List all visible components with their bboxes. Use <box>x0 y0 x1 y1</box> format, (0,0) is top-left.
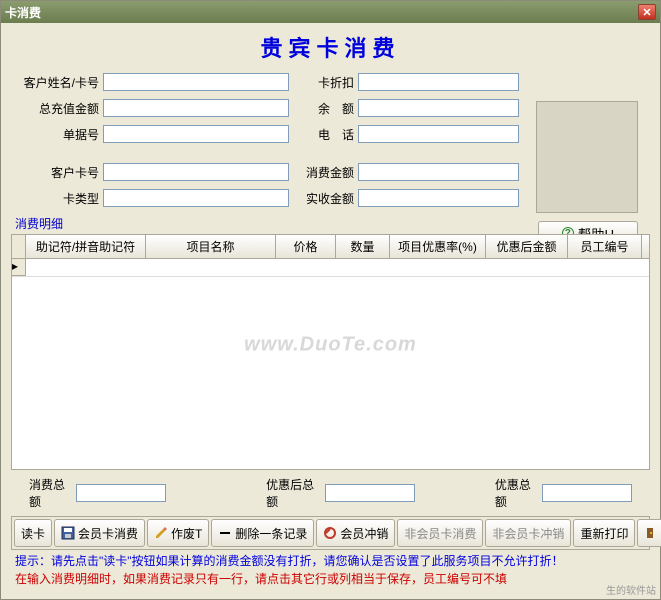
col-price[interactable]: 价格 <box>276 235 336 258</box>
site-watermark: 生的软件站 <box>606 582 656 597</box>
detail-grid[interactable]: 助记符/拼音助记符 项目名称 价格 数量 项目优惠率(%) 优惠后金额 员工编号… <box>11 234 650 470</box>
consume-total-label: 消费总额 <box>29 476 72 510</box>
form-right-column: 卡折扣 余 额 电 话 消费金额 实收金额 <box>289 73 519 207</box>
member-consume-button[interactable]: 会员卡消费 <box>54 519 145 547</box>
door-icon <box>644 526 658 540</box>
nonmember-consume-button[interactable]: 非会员卡消费 <box>397 519 483 547</box>
row-selector[interactable]: ▸ <box>12 259 26 276</box>
discount-total-label: 优惠后总额 <box>266 476 321 510</box>
table-row[interactable]: ▸ <box>12 259 649 277</box>
actual-amount-label: 实收金额 <box>289 190 354 207</box>
discount-amount-label: 优惠总额 <box>495 476 538 510</box>
row-selector-header <box>12 235 26 258</box>
phone-input[interactable] <box>358 125 519 143</box>
col-employee[interactable]: 员工编号 <box>568 235 642 258</box>
total-recharge-label: 总充值金额 <box>19 100 99 117</box>
tips: 提示：请先点击"读卡"按钮如果计算的消费金额没有打折，请您确认是否设置了此服务项… <box>9 550 652 590</box>
read-card-button[interactable]: 读卡 <box>14 519 52 547</box>
phone-label: 电 话 <box>289 126 354 143</box>
tip-line-2: 在输入消费明细时，如果消费记录只有一行，请点击其它行或列相当于保存，员工编号可不… <box>15 570 646 588</box>
name-card-label: 客户姓名/卡号 <box>19 74 99 91</box>
tip-line-1: 提示：请先点击"读卡"按钮如果计算的消费金额没有打折，请您确认是否设置了此服务项… <box>15 552 646 570</box>
totals-row: 消费总额 优惠后总额 优惠总额 <box>9 470 652 516</box>
content: 贵宾卡消费 客户姓名/卡号 总充值金额 单据号 客户卡号 <box>1 23 660 599</box>
total-recharge-input[interactable] <box>103 99 289 117</box>
col-item-name[interactable]: 项目名称 <box>146 235 276 258</box>
member-reverse-button[interactable]: 会员冲销 <box>316 519 395 547</box>
form-area: 客户姓名/卡号 总充值金额 单据号 客户卡号 卡类型 <box>9 73 652 207</box>
minus-icon <box>218 526 232 540</box>
col-mnemonic[interactable]: 助记符/拼音助记符 <box>26 235 146 258</box>
photo-box <box>536 101 638 213</box>
balance-input[interactable] <box>358 99 519 117</box>
actual-amount-input[interactable] <box>358 189 519 207</box>
discount-amount-input[interactable] <box>542 484 632 502</box>
discount-total-input[interactable] <box>325 484 415 502</box>
bill-no-input[interactable] <box>103 125 289 143</box>
col-after-discount[interactable]: 优惠后金额 <box>486 235 568 258</box>
void-button[interactable]: 作废T <box>147 519 209 547</box>
consume-total-input[interactable] <box>76 484 166 502</box>
save-icon <box>61 526 75 540</box>
card-type-label: 卡类型 <box>19 190 99 207</box>
pencil-icon <box>154 526 168 540</box>
close-icon[interactable]: ✕ <box>638 4 656 20</box>
card-type-input[interactable] <box>103 189 289 207</box>
balance-label: 余 额 <box>289 100 354 117</box>
consume-amount-label: 消费金额 <box>289 164 354 181</box>
close-button[interactable]: 关闭C <box>637 519 661 547</box>
window: 卡消费 ✕ 贵宾卡消费 客户姓名/卡号 总充值金额 单据号 <box>0 0 661 600</box>
discount-label: 卡折扣 <box>289 74 354 91</box>
bill-no-label: 单据号 <box>19 126 99 143</box>
grid-header: 助记符/拼音助记符 项目名称 价格 数量 项目优惠率(%) 优惠后金额 员工编号 <box>12 235 649 259</box>
toolbar: 读卡 会员卡消费 作废T 删除一条记录 <box>11 516 650 550</box>
nonmember-reverse-button[interactable]: 非会员卡冲销 <box>485 519 571 547</box>
delete-row-button[interactable]: 删除一条记录 <box>211 519 314 547</box>
col-quantity[interactable]: 数量 <box>336 235 390 258</box>
col-discount-rate[interactable]: 项目优惠率(%) <box>390 235 486 258</box>
reprint-button[interactable]: 重新打印 <box>573 519 635 547</box>
window-title: 卡消费 <box>5 4 41 21</box>
customer-card-label: 客户卡号 <box>19 164 99 181</box>
discount-input[interactable] <box>358 73 519 91</box>
watermark: www.DuoTe.com <box>244 334 417 357</box>
name-card-input[interactable] <box>103 73 289 91</box>
titlebar: 卡消费 ✕ <box>1 1 660 23</box>
reverse-icon <box>323 526 337 540</box>
consume-amount-input[interactable] <box>358 163 519 181</box>
form-left-column: 客户姓名/卡号 总充值金额 单据号 客户卡号 卡类型 <box>19 73 289 207</box>
customer-card-input[interactable] <box>103 163 289 181</box>
page-title: 贵宾卡消费 <box>9 31 652 63</box>
